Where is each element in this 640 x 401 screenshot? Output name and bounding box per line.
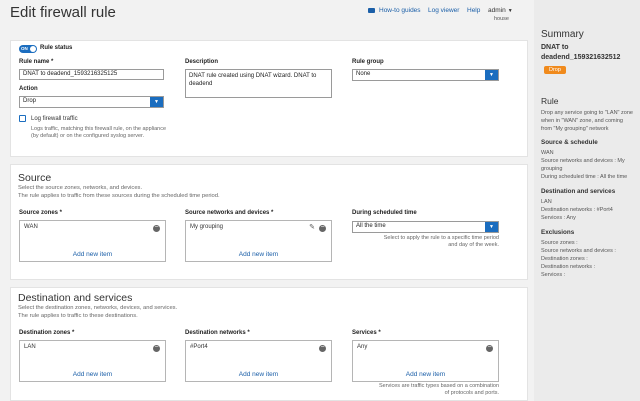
summary-rule-text-1: Drop any service going to "LAN" zone	[541, 110, 633, 116]
rule-status-label: Rule status	[40, 45, 73, 51]
summary-rule-text-3: from "My grouping" network	[541, 126, 609, 132]
user-subtitle: house	[494, 16, 509, 22]
chevron-down-icon: ▼	[150, 97, 163, 107]
services-list: Any − Add new item	[352, 340, 499, 382]
log-viewer-link[interactable]: Log viewer	[428, 7, 459, 14]
chevron-down-icon: ▼	[507, 7, 513, 14]
source-zones-label: Source zones *	[19, 210, 63, 216]
schedule-value: All the time	[356, 223, 386, 229]
video-icon	[368, 8, 375, 13]
action-value: Drop	[23, 98, 37, 104]
log-firewall-checkbox[interactable]	[19, 115, 26, 122]
log-hint-line-1: Logs traffic, matching this firewall rul…	[31, 126, 167, 132]
remove-icon[interactable]: −	[319, 344, 326, 352]
action-badge: Drop	[544, 66, 566, 74]
chevron-down-icon: ▼	[485, 222, 498, 232]
summary-destination-heading: Destination and services	[541, 188, 616, 195]
destination-desc-2: The rule applies to traffic to these des…	[18, 313, 138, 319]
rule-group-label: Rule group	[352, 59, 384, 65]
summary-rule-text-2: when in "WAN" zone, and coming	[541, 118, 623, 124]
summary-exclusions-heading: Exclusions	[541, 229, 575, 236]
destination-zones-list: LAN − Add new item	[19, 340, 166, 382]
summary-rule-name-1: DNAT to	[541, 44, 569, 51]
destination-title: Destination and services	[18, 292, 133, 304]
services-label: Services *	[352, 330, 381, 336]
rule-name-input[interactable]: DNAT to deadend_1593216325125	[19, 69, 164, 80]
add-service-button[interactable]: Add new item	[353, 371, 498, 378]
summary-source-2: Source networks and devices : My	[541, 158, 625, 164]
add-source-zone-button[interactable]: Add new item	[20, 251, 165, 258]
how-to-guides-link[interactable]: How-to guides	[368, 7, 421, 14]
destination-zones-label: Destination zones *	[19, 330, 75, 336]
destination-networks-list: #Port4 − Add new item	[185, 340, 332, 382]
summary-source-4: During scheduled time : All the time	[541, 174, 628, 180]
summary-destination-1: LAN	[541, 199, 552, 205]
chevron-down-icon: ▼	[485, 70, 498, 80]
add-destination-zone-button[interactable]: Add new item	[20, 371, 165, 378]
action-label: Action	[19, 86, 38, 92]
log-hint-line-2: (by default) or on the configured syslog…	[31, 133, 145, 139]
schedule-select[interactable]: All the time ▼	[352, 221, 499, 233]
destination-desc-1: Select the destination zones, networks, …	[18, 305, 178, 311]
edit-icon[interactable]: ✎	[309, 223, 315, 231]
schedule-label: During scheduled time	[352, 210, 417, 216]
remove-icon[interactable]: −	[319, 224, 326, 232]
remove-icon[interactable]: −	[153, 344, 160, 352]
source-network-item: My grouping	[190, 224, 224, 230]
add-source-network-button[interactable]: Add new item	[186, 251, 331, 258]
summary-rule-name-2: deadend_159321632512	[541, 54, 621, 61]
summary-destination-2: Destination networks : #Port4	[541, 207, 613, 213]
summary-title: Summary	[541, 29, 584, 40]
toggle-knob	[30, 46, 36, 52]
add-destination-network-button[interactable]: Add new item	[186, 371, 331, 378]
rule-name-label: Rule name *	[19, 59, 54, 65]
user-name: admin	[488, 7, 506, 14]
user-menu[interactable]: admin ▼	[488, 7, 513, 14]
description-textarea[interactable]: DNAT rule created using DNAT wizard. DNA…	[185, 69, 332, 98]
summary-source-1: WAN	[541, 150, 554, 156]
remove-icon[interactable]: −	[153, 224, 160, 232]
source-desc-1: Select the source zones, networks, and d…	[18, 185, 143, 191]
rule-group-value: None	[356, 71, 371, 77]
summary-source-3: grouping	[541, 166, 563, 172]
summary-exclusion-4: Destination networks :	[541, 264, 596, 270]
service-item: Any	[357, 344, 368, 350]
source-networks-list: My grouping ✎ − Add new item	[185, 220, 332, 262]
source-networks-label: Source networks and devices *	[185, 210, 274, 216]
rule-group-select[interactable]: None ▼	[352, 69, 499, 81]
description-label: Description	[185, 59, 219, 65]
destination-network-item: #Port4	[190, 344, 208, 350]
summary-exclusion-5: Services :	[541, 272, 566, 278]
source-desc-2: The rule applies to traffic from these s…	[18, 193, 220, 199]
summary-destination-3: Services : Any	[541, 215, 576, 221]
schedule-hint-1: Select to apply the rule to a specific t…	[383, 235, 499, 241]
schedule-hint-2: and day of the week.	[448, 242, 499, 248]
source-zones-list: WAN − Add new item	[19, 220, 166, 262]
page-title: Edit firewall rule	[10, 4, 116, 21]
summary-exclusion-2: Source networks and devices :	[541, 248, 616, 254]
summary-exclusion-3: Destination zones :	[541, 256, 588, 262]
toggle-on-text: ON	[21, 46, 28, 51]
summary-exclusion-1: Source zones :	[541, 240, 578, 246]
summary-rule-heading: Rule	[541, 96, 559, 106]
remove-icon[interactable]: −	[486, 344, 493, 352]
source-zone-item: WAN	[24, 224, 38, 230]
summary-source-heading: Source & schedule	[541, 139, 598, 146]
services-hint-2: of protocols and ports.	[444, 390, 499, 396]
help-link[interactable]: Help	[467, 7, 480, 14]
action-select[interactable]: Drop ▼	[19, 96, 164, 108]
destination-networks-label: Destination networks *	[185, 330, 250, 336]
rule-status-toggle[interactable]: ON	[19, 45, 37, 53]
services-hint-1: Services are traffic types based on a co…	[378, 383, 499, 389]
source-title: Source	[18, 172, 52, 184]
destination-zone-item: LAN	[24, 344, 36, 350]
log-firewall-label: Log firewall traffic	[31, 116, 78, 122]
how-to-guides-label: How-to guides	[379, 7, 421, 14]
